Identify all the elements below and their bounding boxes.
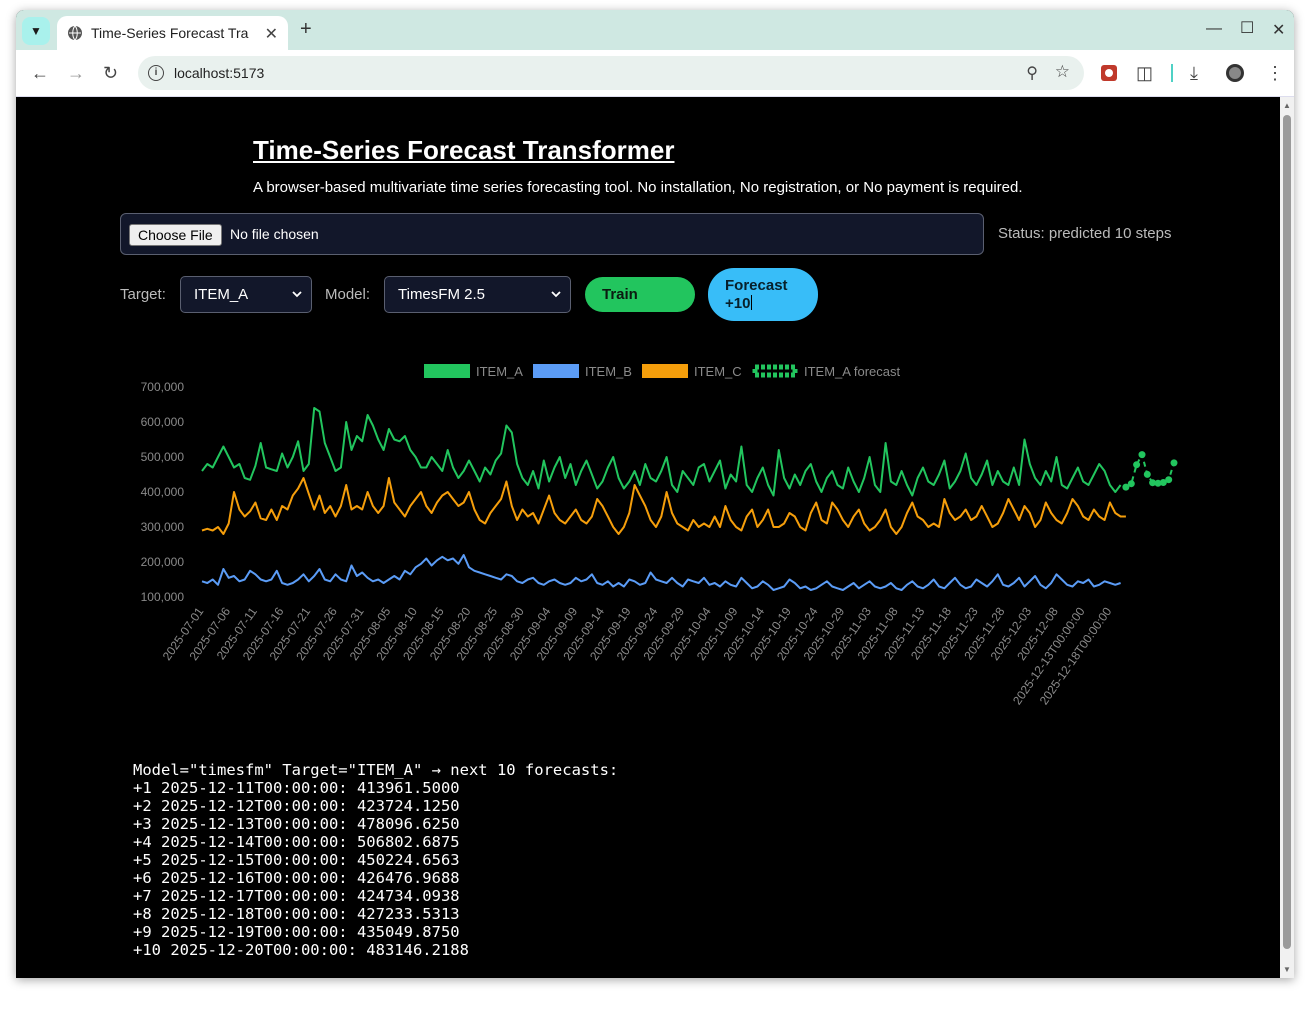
forecast-point[interactable]	[1165, 476, 1173, 484]
output-line: +9 2025-12-19T00:00:00: 435049.8750	[133, 923, 460, 941]
globe-icon	[68, 25, 82, 41]
new-tab-button[interactable]: +	[300, 18, 312, 41]
forecast-point[interactable]	[1143, 470, 1151, 478]
output-line: +1 2025-12-11T00:00:00: 413961.5000	[133, 779, 460, 797]
minimize-icon[interactable]: —	[1206, 20, 1222, 38]
menu-kebab-icon[interactable]: ⋮	[1266, 63, 1284, 84]
maximize-icon[interactable]: ☐	[1240, 18, 1254, 38]
legend-label[interactable]: ITEM_B	[585, 364, 632, 379]
forecast-button[interactable]: Forecast +10	[708, 268, 818, 321]
file-status-text: No file chosen	[230, 226, 319, 242]
tab-active[interactable]: Time-Series Forecast Tra ✕	[57, 16, 288, 50]
forward-icon[interactable]: →	[67, 63, 85, 84]
chevron-down-icon	[551, 291, 561, 298]
legend-swatch[interactable]	[424, 364, 470, 378]
choose-file-button[interactable]: Choose File	[129, 224, 222, 246]
output-line: +3 2025-12-13T00:00:00: 478096.6250	[133, 815, 460, 833]
tab-search-button[interactable]: ▼	[22, 17, 50, 45]
series-line-item-a	[201, 407, 1122, 497]
page-viewport: Time-Series Forecast Transformer A brows…	[16, 97, 1280, 978]
zoom-icon[interactable]: ⚲	[1026, 63, 1038, 83]
output-line: +2 2025-12-12T00:00:00: 423724.1250	[133, 797, 460, 815]
output-line: +10 2025-12-20T00:00:00: 483146.2188	[133, 941, 469, 959]
bookmark-star-icon[interactable]: ☆	[1055, 62, 1070, 82]
output-line: +6 2025-12-16T00:00:00: 426476.9688	[133, 869, 460, 887]
scrollbar[interactable]: ▲ ▼	[1280, 97, 1294, 978]
forecast-point[interactable]	[1170, 459, 1178, 467]
forecast-output: Model="timesfm" Target="ITEM_A" → next 1…	[133, 761, 618, 959]
scroll-down-icon[interactable]: ▼	[1283, 965, 1291, 974]
series-line-item-b	[201, 554, 1121, 591]
legend-label[interactable]: ITEM_A	[476, 364, 523, 379]
legend-label[interactable]: ITEM_A forecast	[804, 364, 900, 379]
address-bar[interactable]: i localhost:5173 ⚲ ☆	[138, 56, 1084, 90]
model-select-value: TimesFM 2.5	[398, 286, 485, 303]
output-line: +5 2025-12-15T00:00:00: 450224.6563	[133, 851, 460, 869]
browser-toolbar: ← → ↻ i localhost:5173 ⚲ ☆ ◫ ⤓ ⋮	[16, 50, 1294, 97]
legend-swatch[interactable]	[752, 364, 798, 378]
toolbar-divider	[1171, 64, 1173, 82]
forecast-button-label: Forecast	[725, 277, 788, 294]
close-window-icon[interactable]: ✕	[1272, 20, 1285, 40]
series-line-item-c	[201, 477, 1126, 535]
target-select-value: ITEM_A	[194, 286, 249, 303]
back-icon[interactable]: ←	[31, 63, 49, 84]
model-label: Model:	[325, 286, 371, 303]
output-line: +4 2025-12-14T00:00:00: 506802.6875	[133, 833, 460, 851]
text-caret	[751, 295, 753, 310]
y-tick-label: 700,000	[141, 380, 185, 394]
model-select[interactable]: TimesFM 2.5	[384, 276, 571, 313]
output-header: Model="timesfm" Target="ITEM_A" → next 1…	[133, 761, 619, 779]
y-tick-label: 300,000	[141, 520, 185, 534]
extension-icon[interactable]	[1100, 64, 1118, 82]
close-icon[interactable]: ✕	[265, 24, 278, 44]
legend-swatch[interactable]	[642, 364, 688, 378]
profile-avatar[interactable]	[1225, 63, 1245, 83]
tab-title: Time-Series Forecast Tra	[91, 25, 249, 41]
page-title: Time-Series Forecast Transformer	[253, 135, 675, 165]
time-series-chart: ITEM_A ITEM_B ITEM_C ITEM_A forecast 700,000…	[141, 364, 1178, 707]
y-tick-label: 500,000	[141, 450, 185, 464]
url-text: localhost:5173	[174, 65, 265, 81]
reload-icon[interactable]: ↻	[103, 63, 118, 84]
forecast-point[interactable]	[1127, 480, 1135, 488]
legend-swatch[interactable]	[533, 364, 579, 378]
y-tick-label: 400,000	[141, 485, 185, 499]
tab-bar: ▼ Time-Series Forecast Tra ✕ + — ☐ ✕	[16, 10, 1294, 50]
extensions-puzzle-icon[interactable]: ◫	[1136, 63, 1153, 84]
legend-label[interactable]: ITEM_C	[694, 364, 742, 379]
train-button[interactable]: Train	[585, 277, 695, 312]
y-tick-label: 600,000	[141, 415, 185, 429]
chevron-down-icon	[292, 291, 302, 298]
chevron-down-icon: ▼	[30, 24, 42, 38]
y-tick-label: 200,000	[141, 555, 185, 569]
forecast-point[interactable]	[1138, 451, 1146, 459]
target-select[interactable]: ITEM_A	[180, 276, 312, 313]
forecast-point[interactable]	[1133, 461, 1141, 469]
scroll-up-icon[interactable]: ▲	[1283, 101, 1291, 110]
forecast-steps-label: +10	[725, 295, 751, 312]
target-label: Target:	[120, 286, 166, 303]
output-line: +7 2025-12-17T00:00:00: 424734.0938	[133, 887, 460, 905]
file-upload-box: Choose File No file chosen	[120, 213, 984, 255]
browser-window: ▼ Time-Series Forecast Tra ✕ + — ☐ ✕ ← →…	[16, 10, 1294, 978]
page-subtitle: A browser-based multivariate time series…	[253, 179, 1023, 196]
y-tick-label: 100,000	[141, 590, 185, 604]
scrollbar-thumb[interactable]	[1283, 115, 1291, 949]
download-icon[interactable]: ⤓	[1190, 63, 1198, 84]
site-info-icon[interactable]: i	[148, 65, 164, 81]
status-text: Status: predicted 10 steps	[998, 225, 1172, 242]
output-line: +8 2025-12-18T00:00:00: 427233.5313	[133, 905, 460, 923]
